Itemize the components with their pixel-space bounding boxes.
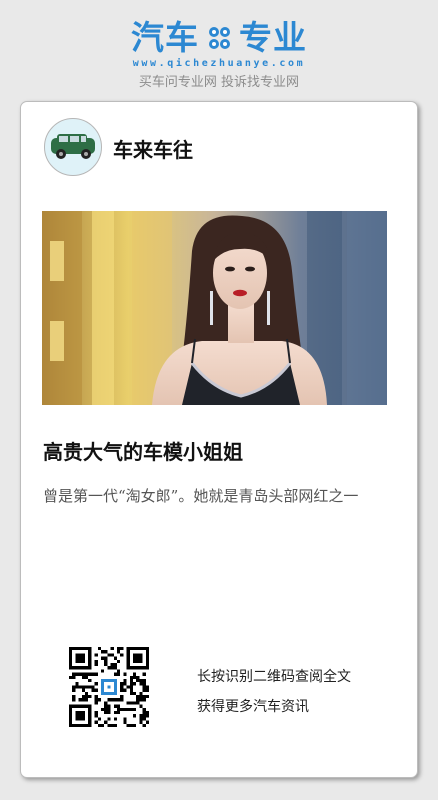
article-card[interactable]: 车来车往 高贵大气的车模小姐姐 曾是第一代“淘女郎”。她就是青岛头部网红之一 长… <box>20 101 418 778</box>
logo-text-right: 专业 <box>239 18 307 57</box>
site-logo[interactable]: 汽车 专业 <box>0 18 438 58</box>
qr-tip-line-2: 获得更多汽车资讯 <box>197 699 309 715</box>
car-icon <box>51 134 95 159</box>
article-description: 曾是第一代“淘女郎”。她就是青岛头部网红之一 <box>43 487 359 505</box>
qr-tip-line-1: 长按识别二维码查阅全文 <box>197 669 351 685</box>
site-slogan: 买车问专业网 投诉找专业网 <box>138 75 300 90</box>
channel-name[interactable]: 车来车往 <box>113 134 193 163</box>
site-header: 汽车 专业 www.qichezhuanye.com 买车问专业网 投诉找专业网 <box>0 0 438 100</box>
article-cover-image[interactable] <box>42 211 387 405</box>
logo-text-left: 汽车 <box>131 18 199 57</box>
qr-code-image <box>69 647 149 727</box>
cover-photo <box>42 211 387 405</box>
gear-icon <box>209 27 230 49</box>
qr-instructions: 长按识别二维码查阅全文 获得更多汽车资讯 <box>197 662 351 722</box>
article-title[interactable]: 高贵大气的车模小姐姐 <box>43 436 243 465</box>
site-url: www.qichezhuanye.com <box>132 58 306 69</box>
channel-avatar <box>44 118 102 176</box>
qr-code[interactable] <box>69 647 149 727</box>
